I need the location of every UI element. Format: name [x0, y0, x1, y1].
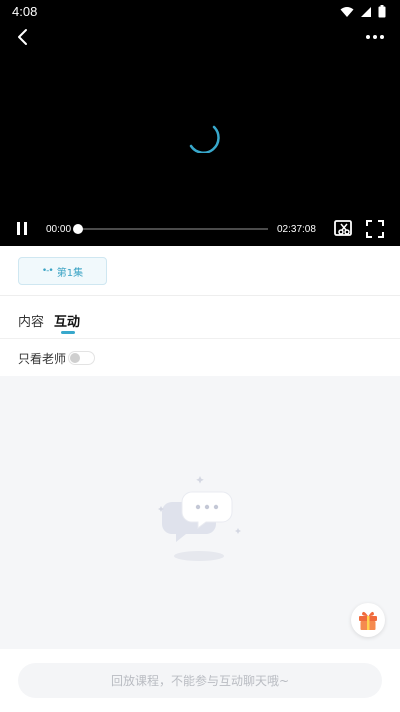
status-bar: 4:08: [0, 0, 400, 24]
clip-screenshot-icon[interactable]: [334, 220, 354, 238]
status-icons: [340, 5, 386, 18]
chat-area: [0, 376, 400, 649]
gift-icon: [359, 611, 377, 630]
chat-input-disabled[interactable]: 回放课程，不能参与互动聊天哦~: [18, 663, 382, 698]
episode-row: •-• 第1集: [0, 246, 400, 296]
video-player[interactable]: 4:08 00:00 02:37:08: [0, 0, 400, 246]
wifi-icon: [340, 6, 354, 17]
more-icon[interactable]: [364, 28, 386, 46]
loading-spinner-icon: [189, 125, 220, 153]
tab-indicator: [61, 331, 75, 334]
episode-label: 第1集: [56, 267, 84, 279]
teacher-only-filter: 只看老师: [0, 340, 400, 376]
total-time: 02:37:08: [277, 224, 316, 235]
teacher-only-label: 只看老师: [18, 352, 67, 366]
pause-icon[interactable]: [15, 221, 29, 237]
progress-thumb[interactable]: [73, 224, 83, 234]
episode-icon: •-•: [41, 266, 54, 276]
battery-icon: [378, 5, 386, 18]
signal-icon: [361, 6, 371, 17]
tab-interaction[interactable]: 互动: [54, 311, 80, 330]
tab-bar: 内容 互动: [0, 297, 400, 339]
chat-input-bar: 回放课程，不能参与互动聊天哦~: [0, 649, 400, 712]
episode-button[interactable]: •-• 第1集: [18, 257, 107, 285]
gift-button[interactable]: [351, 603, 385, 637]
fullscreen-icon[interactable]: [366, 220, 384, 238]
player-controls: 00:00 02:37:08: [0, 214, 400, 244]
tab-content[interactable]: 内容: [18, 311, 44, 330]
progress-bar[interactable]: [73, 224, 268, 234]
status-time: 4:08: [12, 4, 38, 19]
teacher-only-toggle[interactable]: [68, 351, 95, 365]
empty-chat-icon: [158, 476, 241, 561]
current-time: 00:00: [46, 224, 72, 235]
toggle-knob: [70, 353, 80, 363]
back-icon[interactable]: [12, 26, 34, 48]
